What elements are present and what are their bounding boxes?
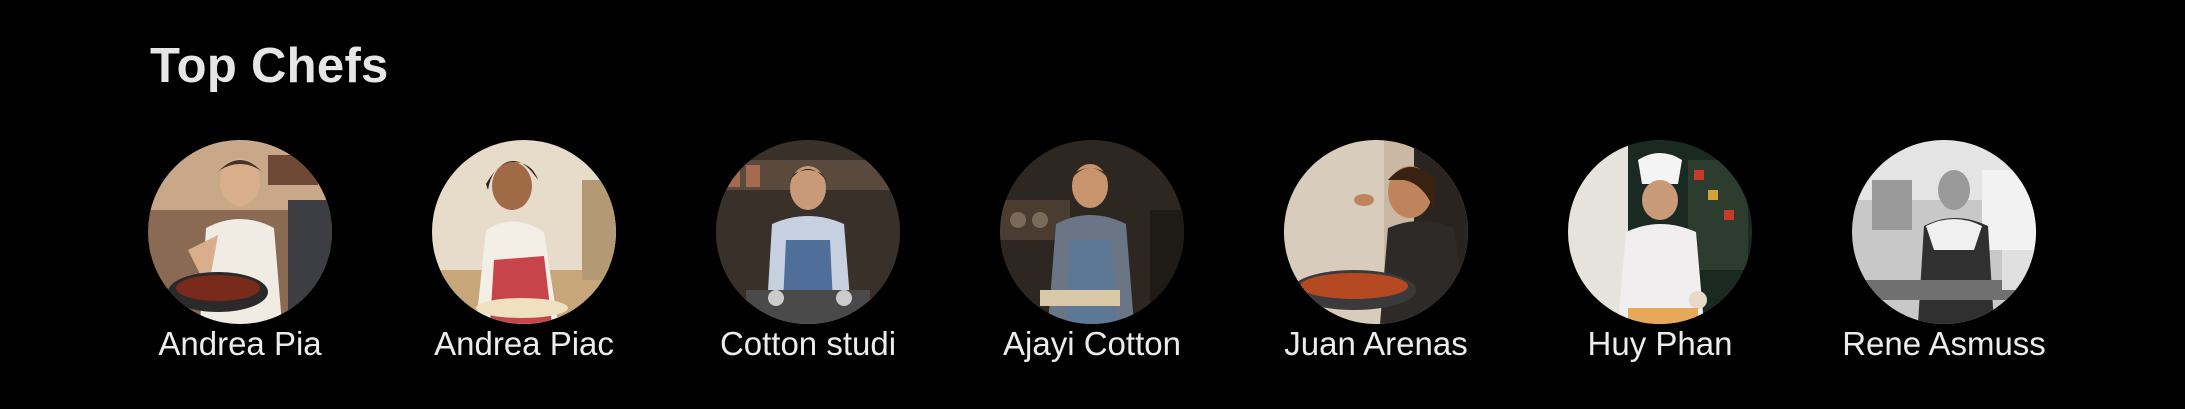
chef-card-7[interactable]: Rene Asmuss xyxy=(1814,140,2074,375)
chef-name-7[interactable]: Rene Asmuss xyxy=(1814,325,2074,363)
chef-avatar-3[interactable] xyxy=(716,140,900,324)
chef-photo-6 xyxy=(1568,140,1752,324)
chef-avatar-1[interactable] xyxy=(148,140,332,324)
chef-photo-4 xyxy=(1000,140,1184,324)
section-title: Top Chefs xyxy=(150,39,389,93)
chef-card-3[interactable]: Cotton studi xyxy=(678,140,938,375)
chef-card-5[interactable]: Juan Arenas xyxy=(1246,140,1506,375)
chef-name-1[interactable]: Andrea Pia xyxy=(110,325,370,363)
chef-name-2[interactable]: Andrea Piac xyxy=(394,325,654,363)
chef-avatar-6[interactable] xyxy=(1568,140,1752,324)
chef-card-6[interactable]: Huy Phan xyxy=(1530,140,1790,375)
chef-avatar-4[interactable] xyxy=(1000,140,1184,324)
chef-avatar-5[interactable] xyxy=(1284,140,1468,324)
chef-photo-1 xyxy=(148,140,332,324)
chef-name-3[interactable]: Cotton studi xyxy=(678,325,938,363)
chef-avatar-2[interactable] xyxy=(432,140,616,324)
chef-photo-7 xyxy=(1852,140,2036,324)
chef-name-4[interactable]: Ajayi Cotton xyxy=(962,325,1222,363)
chef-photo-3 xyxy=(716,140,900,324)
chef-card-1[interactable]: Andrea Pia xyxy=(110,140,370,375)
chef-photo-2 xyxy=(432,140,616,324)
chef-name-5[interactable]: Juan Arenas xyxy=(1246,325,1506,363)
chef-name-6[interactable]: Huy Phan xyxy=(1530,325,1790,363)
chef-avatar-7[interactable] xyxy=(1852,140,2036,324)
chef-card-4[interactable]: Ajayi Cotton xyxy=(962,140,1222,375)
chef-card-2[interactable]: Andrea Piac xyxy=(394,140,654,375)
chef-photo-5 xyxy=(1284,140,1468,324)
